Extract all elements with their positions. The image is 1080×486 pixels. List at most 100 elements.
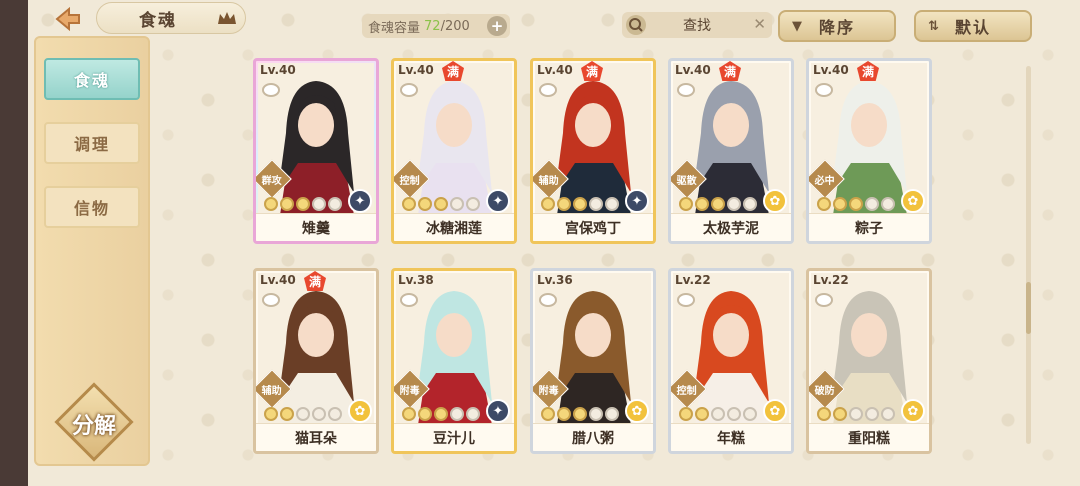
flower-element-icon: ✿ xyxy=(625,399,649,423)
sort-mode-label: 默认 xyxy=(954,18,991,37)
sidebar-item-label: 调理 xyxy=(73,135,110,154)
star-icon xyxy=(328,197,342,211)
level-label: Lv.40 xyxy=(398,63,434,77)
sidebar-item-conditioning[interactable]: 调理 xyxy=(44,122,140,164)
star-rating xyxy=(541,197,619,211)
star-icon xyxy=(280,407,294,421)
bowl-icon xyxy=(677,293,695,307)
sidebar-item-tokens[interactable]: 信物 xyxy=(44,186,140,228)
role-label: 破防 xyxy=(814,385,835,397)
star-icon xyxy=(605,197,619,211)
back-arrow-icon xyxy=(55,7,80,31)
character-card[interactable]: Lv.40 满 辅助 ✦ 宫保鸡丁 xyxy=(530,58,656,244)
star-icon xyxy=(434,197,448,211)
star-icon xyxy=(833,407,847,421)
star-rating xyxy=(264,407,342,421)
sidebar-item-food-souls[interactable]: 食魂 xyxy=(44,58,140,100)
capacity-label: 食魂容量 xyxy=(368,20,421,36)
star-rating xyxy=(402,197,480,211)
character-name: 宫保鸡丁 xyxy=(533,213,653,241)
level-label: Lv.40 xyxy=(260,63,296,77)
star-icon xyxy=(817,197,831,211)
character-card[interactable]: Lv.22 破防 ✿ 重阳糕 xyxy=(806,268,932,454)
sort-mode-button[interactable]: ⇅ 默认 xyxy=(914,10,1032,42)
character-name: 雉羹 xyxy=(256,213,376,241)
character-name: 猫耳朵 xyxy=(256,423,376,451)
capacity-display: 食魂容量 72 /200 + xyxy=(362,14,510,38)
star-icon xyxy=(296,407,310,421)
sidebar-item-label: 食魂 xyxy=(73,71,110,90)
star-icon xyxy=(589,197,603,211)
star-rating xyxy=(402,407,480,421)
crown-icon xyxy=(218,12,236,24)
star-icon xyxy=(727,407,741,421)
flower-element-icon: ✿ xyxy=(901,189,925,213)
star-icon xyxy=(450,407,464,421)
star-rating xyxy=(679,197,757,211)
star-icon xyxy=(466,407,480,421)
scrollbar-thumb[interactable] xyxy=(1026,282,1031,334)
scrollbar-track[interactable] xyxy=(1026,66,1031,444)
level-label: Lv.36 xyxy=(537,273,573,287)
flower-element-icon: ✿ xyxy=(763,399,787,423)
bowl-icon xyxy=(262,83,280,97)
decompose-button[interactable]: 分解 xyxy=(54,382,134,462)
star-icon xyxy=(679,197,693,211)
star-icon xyxy=(466,197,480,211)
character-name: 重阳糕 xyxy=(809,423,929,451)
role-label: 必中 xyxy=(814,175,835,187)
bowl-icon xyxy=(400,83,418,97)
character-name: 粽子 xyxy=(809,213,929,241)
character-card[interactable]: Lv.40 满 驱散 ✿ 太极芋泥 xyxy=(668,58,794,244)
swap-arrows-icon: ⇅ xyxy=(928,19,941,34)
bowl-icon xyxy=(262,293,280,307)
bowl-icon xyxy=(539,293,557,307)
sidebar-item-label: 信物 xyxy=(73,199,110,218)
role-label: 群攻 xyxy=(261,175,282,187)
search-icon xyxy=(626,15,646,35)
level-label: Lv.22 xyxy=(675,273,711,287)
star-icon xyxy=(328,407,342,421)
character-card[interactable]: Lv.36 附毒 ✿ 腊八粥 xyxy=(530,268,656,454)
star-icon xyxy=(434,407,448,421)
role-label: 辅助 xyxy=(261,385,282,397)
star-icon xyxy=(264,197,278,211)
bowl-icon xyxy=(539,83,557,97)
star-icon xyxy=(711,197,725,211)
star-icon xyxy=(865,197,879,211)
star-icon xyxy=(743,197,757,211)
back-button[interactable] xyxy=(48,6,88,32)
triangle-down-icon: ▼ xyxy=(792,19,804,34)
level-label: Lv.40 xyxy=(260,273,296,287)
star-icon xyxy=(296,197,310,211)
level-label: Lv.40 xyxy=(675,63,711,77)
star-icon xyxy=(695,197,709,211)
character-card[interactable]: Lv.38 附毒 ✦ 豆汁儿 xyxy=(391,268,517,454)
character-card[interactable]: Lv.40 满 辅助 ✿ 猫耳朵 xyxy=(253,268,379,454)
star-rating xyxy=(817,407,895,421)
character-card[interactable]: Lv.40 满 控制 ✦ 冰糖湘莲 xyxy=(391,58,517,244)
bowl-icon xyxy=(400,293,418,307)
clear-search-icon[interactable]: ✕ xyxy=(753,15,766,33)
star-icon xyxy=(541,197,555,211)
character-card[interactable]: Lv.40 满 必中 ✿ 粽子 xyxy=(806,58,932,244)
star-icon xyxy=(418,197,432,211)
role-label: 控制 xyxy=(399,175,420,187)
dark-element-icon: ✦ xyxy=(348,189,372,213)
role-label: 驱散 xyxy=(676,175,697,187)
bowl-icon xyxy=(815,293,833,307)
sort-order-button[interactable]: ▼ 降序 xyxy=(778,10,896,42)
window-edge xyxy=(0,0,28,486)
star-icon xyxy=(849,407,863,421)
role-label: 附毒 xyxy=(538,385,559,397)
star-rating xyxy=(817,197,895,211)
star-rating xyxy=(541,407,619,421)
character-card[interactable]: Lv.40 群攻 ✦ 雉羹 xyxy=(253,58,379,244)
star-icon xyxy=(679,407,693,421)
star-icon xyxy=(865,407,879,421)
star-icon xyxy=(727,197,741,211)
character-card[interactable]: Lv.22 控制 ✿ 年糕 xyxy=(668,268,794,454)
add-capacity-button[interactable]: + xyxy=(487,16,507,36)
search-button[interactable]: 查找 ✕ xyxy=(622,12,772,38)
star-icon xyxy=(605,407,619,421)
